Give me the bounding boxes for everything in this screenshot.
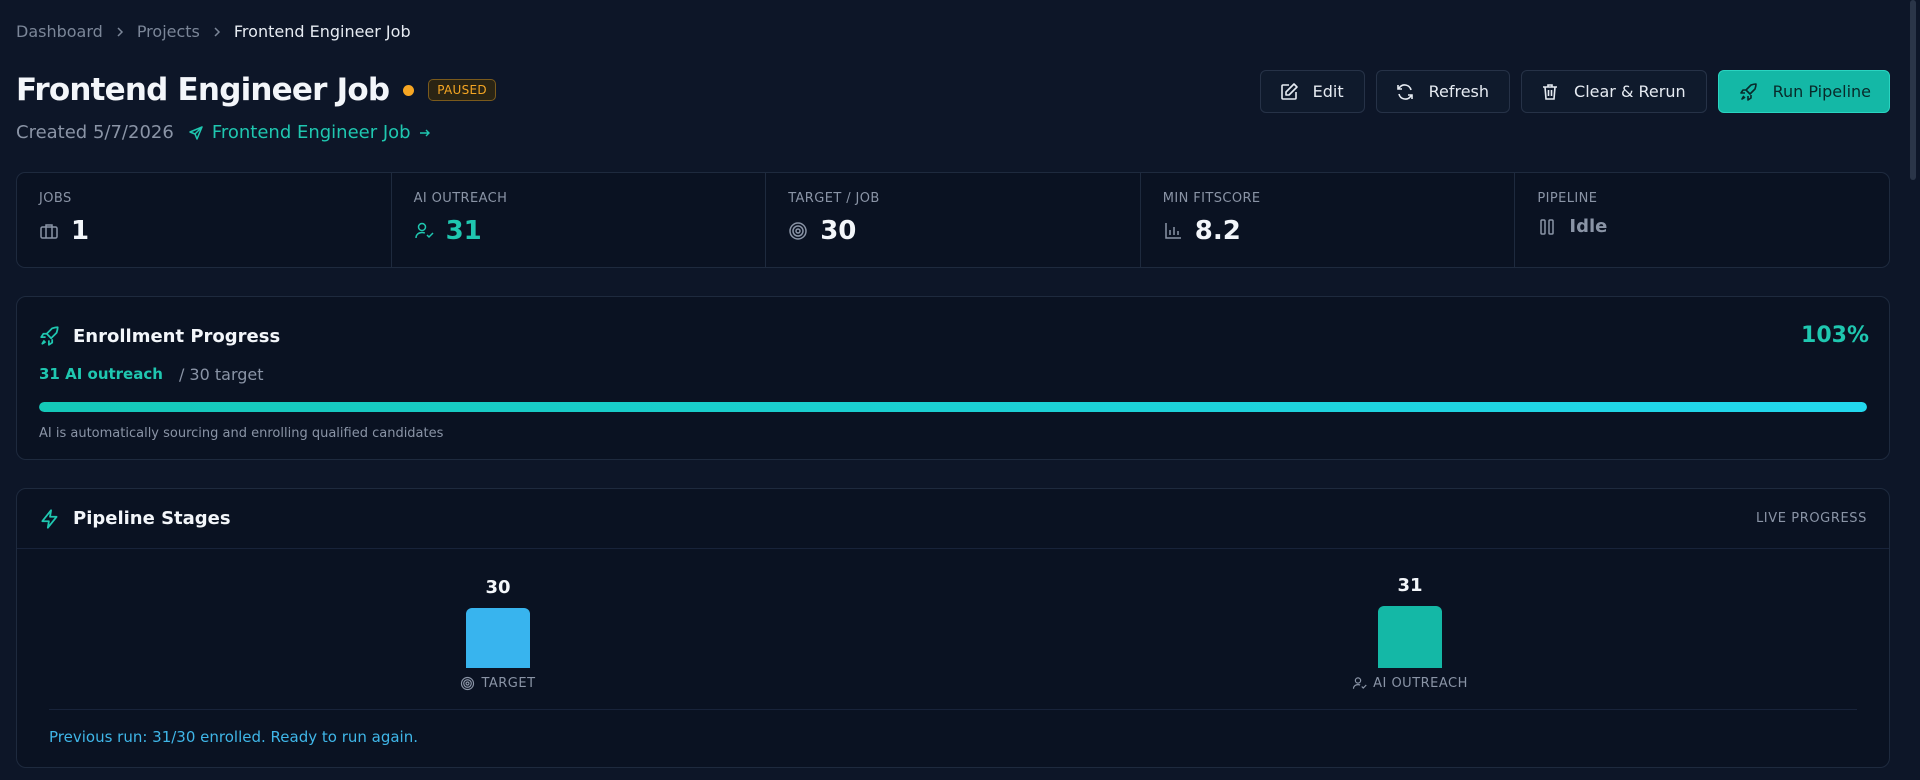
scrollbar[interactable]	[1910, 0, 1916, 180]
enrollment-card: Enrollment Progress 103% 31 AI outreach …	[16, 296, 1890, 460]
stat-pipeline: PIPELINE Idle	[1515, 173, 1889, 267]
page: Dashboard Projects Frontend Engineer Job…	[0, 0, 1920, 780]
stage-label: AI OUTREACH	[1373, 676, 1468, 691]
trash-icon	[1543, 83, 1558, 100]
pipeline-footer: Previous run: 31/30 enrolled. Ready to r…	[49, 709, 1857, 746]
stats-bar: JOBS 1 AI OUTREACH 31 TARGET / JOB 30 MI…	[16, 172, 1890, 268]
stage-area: 30 TARGET 31 AI OUTREACH	[17, 549, 1889, 709]
page-title: Frontend Engineer Job	[16, 72, 390, 108]
target-icon	[789, 222, 807, 240]
stat-value: 1	[71, 216, 90, 246]
pipeline-title: Pipeline Stages	[73, 508, 231, 529]
run-pipeline-label: Run Pipeline	[1772, 82, 1871, 101]
created-date: Created 5/7/2026	[16, 122, 174, 143]
edit-label: Edit	[1312, 82, 1344, 101]
clear-rerun-button[interactable]: Clear & Rerun	[1521, 70, 1707, 113]
breadcrumb-projects[interactable]: Projects	[137, 22, 200, 41]
stat-target-job: TARGET / JOB 30	[766, 173, 1141, 267]
breadcrumb-current: Frontend Engineer Job	[233, 22, 411, 41]
send-icon	[189, 125, 203, 140]
pipeline-card: Pipeline Stages LIVE PROGRESS 30 TARGET …	[16, 488, 1890, 768]
edit-button[interactable]: Edit	[1259, 70, 1365, 113]
live-progress-label: LIVE PROGRESS	[1755, 511, 1867, 526]
user-check-icon	[1352, 677, 1367, 689]
stage-bar	[466, 608, 530, 668]
stat-value: 31	[445, 216, 482, 246]
bar-chart-icon	[1165, 223, 1181, 239]
refresh-label: Refresh	[1428, 82, 1490, 101]
job-link-label: Frontend Engineer Job	[211, 122, 411, 143]
stage-target: 30 TARGET	[398, 577, 598, 691]
lightning-icon	[41, 508, 58, 529]
rocket-icon	[40, 326, 59, 346]
stage-bar	[1378, 606, 1442, 668]
clear-rerun-label: Clear & Rerun	[1574, 82, 1686, 101]
user-check-icon	[414, 222, 434, 239]
edit-icon	[1280, 82, 1298, 100]
stat-value: Idle	[1569, 216, 1608, 237]
run-pipeline-button[interactable]: Run Pipeline	[1717, 70, 1890, 113]
rocket-icon	[1739, 82, 1757, 101]
enrollment-title: Enrollment Progress	[73, 325, 281, 347]
status-dot	[403, 84, 415, 96]
stat-label: PIPELINE	[1537, 191, 1598, 206]
page-header: Frontend Engineer Job PAUSED Created 5/7…	[16, 72, 496, 143]
breadcrumb: Dashboard Projects Frontend Engineer Job	[16, 22, 411, 41]
refresh-button[interactable]: Refresh	[1375, 70, 1511, 113]
status-badge: PAUSED	[428, 79, 496, 101]
target-text: / 30 target	[178, 365, 264, 384]
refresh-icon	[1396, 83, 1413, 100]
target-icon	[461, 676, 475, 691]
breadcrumb-dashboard[interactable]: Dashboard	[16, 22, 103, 41]
enrollment-percent: 103%	[1801, 323, 1869, 348]
outreach-count: 31 AI outreach	[39, 365, 163, 383]
stat-ai-outreach: AI OUTREACH 31	[392, 173, 767, 267]
arrow-right-icon	[419, 129, 430, 136]
stage-value: 30	[485, 577, 511, 598]
pause-icon	[1540, 218, 1555, 235]
chevron-right-icon	[212, 26, 222, 37]
stage-value: 31	[1397, 575, 1423, 596]
stat-label: TARGET / JOB	[788, 191, 880, 206]
stat-value: 8.2	[1194, 216, 1241, 246]
briefcase-icon	[40, 224, 58, 239]
chevron-right-icon	[115, 26, 125, 37]
header-actions: Edit Refresh Clear & Rerun Run Pipeline	[1259, 70, 1890, 113]
stat-jobs: JOBS 1	[17, 173, 392, 267]
stat-value: 30	[820, 216, 857, 246]
stat-label: MIN FITSCORE	[1162, 191, 1261, 206]
stat-min-fitscore: MIN FITSCORE 8.2	[1141, 173, 1516, 267]
stat-label: JOBS	[39, 191, 72, 206]
stage-label: TARGET	[481, 676, 536, 691]
stage-ai-outreach: 31 AI OUTREACH	[1310, 575, 1510, 691]
stat-label: AI OUTREACH	[413, 191, 508, 206]
job-link[interactable]: Frontend Engineer Job	[188, 122, 431, 143]
progress-track	[39, 402, 1867, 412]
enrollment-note: AI is automatically sourcing and enrolli…	[39, 426, 444, 441]
progress-fill	[39, 402, 1867, 412]
